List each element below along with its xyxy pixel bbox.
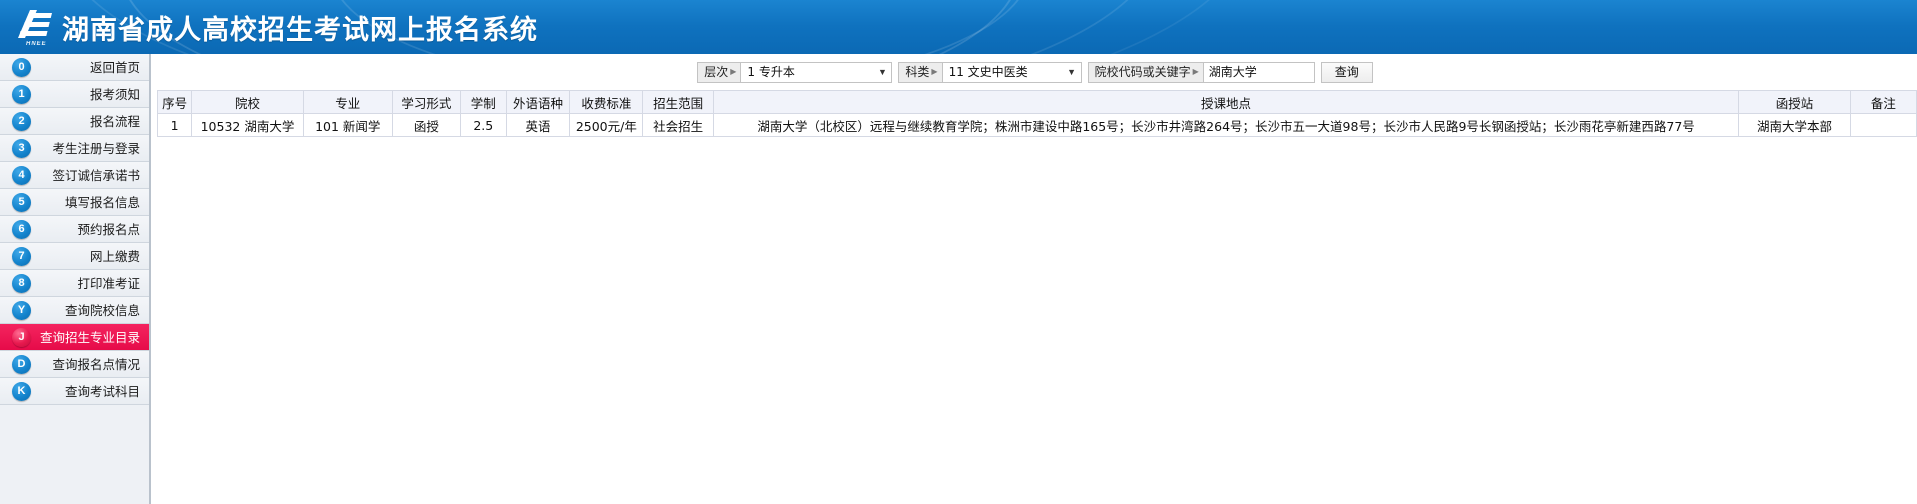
sidebar-item-1[interactable]: 1 报考须知 (0, 81, 149, 108)
search-button[interactable]: 查询 (1320, 61, 1373, 83)
level-select-label-text: 层次 (704, 64, 729, 79)
cell-place: 湖南大学（北校区）远程与继续教育学院；株洲市建设中路165号；长沙市井湾路264… (712, 113, 1740, 137)
results-table-head: 序号 院校 专业 学习形式 学制 外语语种 收费标准 招生范围 授课地点 函授站… (157, 90, 1917, 114)
cell-form: 函授 (391, 113, 462, 137)
sidebar-item-badge: 6 (12, 220, 31, 239)
keyword-input[interactable]: 湖南大学 (1203, 62, 1314, 82)
col-header-station[interactable]: 函授站 (1738, 90, 1851, 114)
sidebar-item-label: 查询考试科目 (64, 384, 140, 399)
body-wrapper: 0 返回首页 1 报考须知 2 报名流程 3 考生注册与登录 4 签订诚信承诺书 5 填写报名信息 6 预… (0, 54, 1917, 504)
sidebar-item-label: 填写报名信息 (64, 195, 140, 210)
sidebar-item-badge: 7 (12, 247, 31, 266)
sidebar-item-badge: 8 (12, 274, 31, 293)
sidebar-item-badge: K (12, 382, 31, 401)
sidebar-item-label: 报考须知 (89, 87, 140, 102)
sidebar-item-badge: 3 (12, 139, 31, 158)
cell-no: 1 (157, 113, 193, 137)
sidebar-item-0[interactable]: 0 返回首页 (0, 54, 149, 81)
level-select-label: 层次 ▶ (698, 62, 742, 82)
results-table-body: 1 10532 湖南大学 101 新闻学 函授 2.5 英语 2500元/年 社会招生 湖南大学… (157, 113, 1917, 137)
chevron-down-icon[interactable]: ▼ (873, 62, 892, 82)
cell-language: 英语 (505, 113, 571, 137)
cell-scope: 社会招生 (642, 113, 714, 137)
sidebar-nav: 0 返回首页 1 报考须知 2 报名流程 3 考生注册与登录 4 签订诚信承诺书 5 填写报名信息 6 预… (0, 54, 151, 504)
sidebar-item-8[interactable]: 8 打印准考证 (0, 270, 149, 297)
sidebar-item-5[interactable]: 5 填写报名信息 (0, 189, 149, 216)
filter-toolbar: 层次 ▶ 1 专升本 ▼ 科类 ▶ 11 文史中医类 ▼ 院校代码或关键字 ▶ (153, 60, 1917, 84)
sidebar-item-label: 返回首页 (89, 60, 140, 75)
table-row[interactable]: 1 10532 湖南大学 101 新闻学 函授 2.5 英语 2500元/年 社会招生 湖南大学… (157, 113, 1917, 137)
logo-subtext: HNEE (26, 41, 47, 47)
caret-right-icon: ▶ (931, 67, 938, 76)
keyword-input-label: 院校代码或关键字 ▶ (1088, 62, 1204, 82)
cell-station: 湖南大学本部 (1738, 113, 1851, 137)
keyword-input-label-text: 院校代码或关键字 (1094, 64, 1191, 79)
sidebar-item-2[interactable]: 2 报名流程 (0, 108, 149, 135)
sidebar-item-label: 查询院校信息 (64, 303, 140, 318)
sidebar-item-badge: 2 (12, 112, 31, 131)
cell-major: 101 新闻学 (302, 113, 393, 137)
category-select-value[interactable]: 11 文史中医类 (942, 62, 1063, 82)
sidebar-item-j[interactable]: J 查询招生专业目录 (0, 324, 149, 351)
sidebar-item-badge: 5 (12, 193, 31, 212)
cell-length: 2.5 (460, 113, 507, 137)
col-header-language[interactable]: 外语语种 (505, 90, 571, 114)
sidebar-item-badge: D (12, 355, 31, 374)
sidebar-item-3[interactable]: 3 考生注册与登录 (0, 135, 149, 162)
category-select-label: 科类 ▶ (899, 62, 943, 82)
sidebar-item-label: 查询报名点情况 (52, 357, 140, 372)
sidebar-item-label: 网上缴费 (89, 249, 140, 264)
main-content: 层次 ▶ 1 专升本 ▼ 科类 ▶ 11 文史中医类 ▼ 院校代码或关键字 ▶ (153, 54, 1917, 504)
sidebar-item-label: 打印准考证 (77, 276, 140, 291)
cell-fee: 2500元/年 (569, 113, 644, 137)
sidebar-item-label: 签订诚信承诺书 (52, 168, 140, 183)
sidebar-item-y[interactable]: Y 查询院校信息 (0, 297, 149, 324)
col-header-place[interactable]: 授课地点 (712, 90, 1740, 114)
cell-remark (1849, 113, 1917, 137)
table-header-row: 序号 院校 专业 学习形式 学制 外语语种 收费标准 招生范围 授课地点 函授站… (157, 90, 1917, 114)
caret-right-icon: ▶ (730, 67, 737, 76)
col-header-remark[interactable]: 备注 (1849, 90, 1917, 114)
sidebar-item-label: 报名流程 (89, 114, 140, 129)
sidebar-item-badge: Y (12, 301, 31, 320)
col-header-no[interactable]: 序号 (157, 90, 193, 114)
caret-right-icon: ▶ (1192, 67, 1199, 76)
cell-school: 10532 湖南大学 (191, 113, 304, 137)
col-header-scope[interactable]: 招生范围 (642, 90, 714, 114)
sidebar-item-badge: J (12, 328, 31, 347)
sidebar-item-label: 预约报名点 (77, 222, 140, 237)
level-select[interactable]: 层次 ▶ 1 专升本 ▼ (697, 61, 893, 83)
sidebar-item-6[interactable]: 6 预约报名点 (0, 216, 149, 243)
sidebar-item-4[interactable]: 4 签订诚信承诺书 (0, 162, 149, 189)
app-header: HNEE 湖南省成人高校招生考试网上报名系统 (0, 0, 1917, 54)
level-select-value[interactable]: 1 专升本 (741, 62, 874, 82)
col-header-fee[interactable]: 收费标准 (569, 90, 644, 114)
sidebar-item-badge: 1 (12, 85, 31, 104)
sidebar-item-label: 考生注册与登录 (52, 141, 140, 156)
sidebar-item-badge: 4 (12, 166, 31, 185)
sidebar-item-label: 查询招生专业目录 (39, 330, 140, 345)
category-select-label-text: 科类 (905, 64, 930, 79)
sidebar-item-7[interactable]: 7 网上缴费 (0, 243, 149, 270)
sidebar-item-k[interactable]: K 查询考试科目 (0, 378, 149, 405)
chevron-down-icon[interactable]: ▼ (1062, 62, 1081, 82)
col-header-form[interactable]: 学习形式 (391, 90, 462, 114)
col-header-length[interactable]: 学制 (460, 90, 507, 114)
sidebar-item-badge: 0 (12, 58, 31, 77)
results-table: 序号 院校 专业 学习形式 学制 外语语种 收费标准 招生范围 授课地点 函授站… (157, 90, 1917, 137)
col-header-major[interactable]: 专业 (302, 90, 393, 114)
sidebar-item-d[interactable]: D 查询报名点情况 (0, 351, 149, 378)
results-grid-wrapper: 序号 院校 专业 学习形式 学制 外语语种 收费标准 招生范围 授课地点 函授站… (157, 90, 1917, 137)
category-select[interactable]: 科类 ▶ 11 文史中医类 ▼ (898, 61, 1082, 83)
page-title: 湖南省成人高校招生考试网上报名系统 (62, 15, 538, 46)
keyword-search-group[interactable]: 院校代码或关键字 ▶ 湖南大学 (1087, 61, 1315, 83)
col-header-school[interactable]: 院校 (191, 90, 304, 114)
